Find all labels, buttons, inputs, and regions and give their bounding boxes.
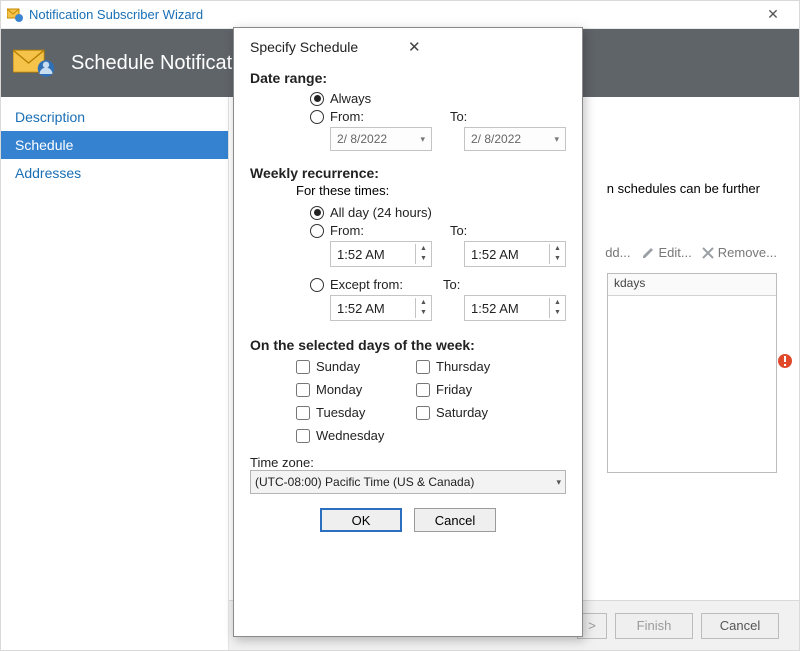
window-close-button[interactable]: ✕ <box>753 6 793 23</box>
checkbox-saturday[interactable] <box>416 406 430 420</box>
chevron-down-icon: ▾ <box>556 477 561 488</box>
sidebar-item-schedule[interactable]: Schedule <box>1 131 228 159</box>
schedule-toolbar: dd... Edit... Remove... <box>605 245 777 260</box>
radio-always[interactable] <box>310 92 324 106</box>
sidebar-item-description[interactable]: Description <box>1 103 228 131</box>
radio-from-date[interactable] <box>310 110 324 124</box>
sidebar-item-addresses[interactable]: Addresses <box>1 159 228 187</box>
header-icon <box>13 45 57 81</box>
from-date-picker[interactable]: 2/ 8/2022▾ <box>330 127 432 151</box>
radio-except-from[interactable] <box>310 278 324 292</box>
dialog-close-button[interactable]: ✕ <box>408 38 566 56</box>
remove-button[interactable]: Remove... <box>702 245 777 260</box>
except-from-label: Except from: <box>330 277 403 292</box>
radio-from-time[interactable] <box>310 224 324 238</box>
from-time-label: From: <box>330 223 364 238</box>
warning-icon <box>777 353 793 369</box>
app-icon <box>7 7 23 23</box>
main-window: Notification Subscriber Wizard ✕ Schedul… <box>0 0 800 651</box>
checkbox-sunday[interactable] <box>296 360 310 374</box>
x-icon <box>702 247 714 259</box>
to-time-label: To: <box>450 223 556 238</box>
from-time-spinner[interactable]: 1:52 AM▲▼ <box>330 241 432 267</box>
edit-button[interactable]: Edit... <box>641 245 692 260</box>
ok-button[interactable]: OK <box>320 508 402 532</box>
from-label: From: <box>330 109 364 124</box>
to-date-picker[interactable]: 2/ 8/2022▾ <box>464 127 566 151</box>
always-label: Always <box>330 91 371 106</box>
checkbox-friday[interactable] <box>416 383 430 397</box>
list-body <box>608 296 776 472</box>
window-title: Notification Subscriber Wizard <box>29 7 753 22</box>
sidebar: Description Schedule Addresses <box>1 97 229 650</box>
except-from-spinner[interactable]: 1:52 AM▲▼ <box>330 295 432 321</box>
to-label: To: <box>450 109 556 124</box>
checkbox-thursday[interactable] <box>416 360 430 374</box>
timezone-select[interactable]: (UTC-08:00) Pacific Time (US & Canada) ▾ <box>250 470 566 494</box>
to-time-spinner[interactable]: 1:52 AM▲▼ <box>464 241 566 267</box>
finish-button[interactable]: Finish <box>615 613 693 639</box>
list-header: kdays <box>608 274 776 296</box>
page-title: Schedule Notificati <box>71 52 237 75</box>
except-to-spinner[interactable]: 1:52 AM▲▼ <box>464 295 566 321</box>
dialog-cancel-button[interactable]: Cancel <box>414 508 496 532</box>
chevron-down-icon: ▼ <box>416 254 431 264</box>
chevron-down-icon: ▾ <box>420 134 425 145</box>
radio-all-day[interactable] <box>310 206 324 220</box>
date-range-label: Date range: <box>250 70 566 86</box>
chevron-up-icon: ▲ <box>416 244 431 254</box>
checkbox-wednesday[interactable] <box>296 429 310 443</box>
timezone-label: Time zone: <box>250 455 566 470</box>
chevron-down-icon: ▾ <box>554 134 559 145</box>
cancel-button[interactable]: Cancel <box>701 613 779 639</box>
all-day-label: All day (24 hours) <box>330 205 432 220</box>
checkbox-monday[interactable] <box>296 383 310 397</box>
add-button[interactable]: dd... <box>605 245 630 260</box>
for-times-label: For these times: <box>296 183 566 198</box>
dialog-title: Specify Schedule <box>250 39 408 55</box>
weekly-label: Weekly recurrence: <box>250 165 566 181</box>
days-label: On the selected days of the week: <box>250 337 566 353</box>
specify-schedule-dialog: Specify Schedule ✕ Date range: Always Fr… <box>233 27 583 637</box>
titlebar: Notification Subscriber Wizard ✕ <box>1 1 799 29</box>
pencil-icon <box>641 246 655 260</box>
except-to-label: To: <box>443 277 549 292</box>
schedule-list[interactable]: kdays <box>607 273 777 473</box>
checkbox-tuesday[interactable] <box>296 406 310 420</box>
